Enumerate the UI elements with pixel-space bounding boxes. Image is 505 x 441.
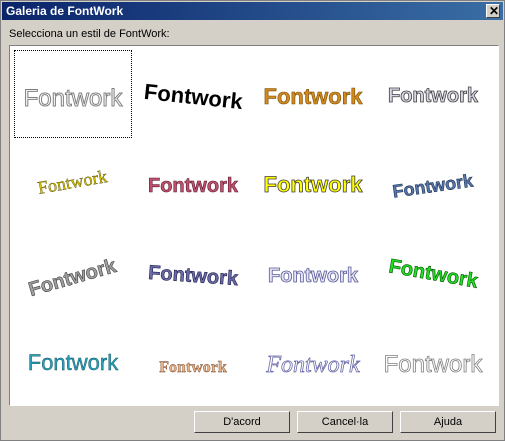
fontwork-sample-text: Fontwork [387,255,480,292]
fontwork-style-13[interactable]: Fontwork [14,320,132,408]
fontwork-sample-text: Fontwork [148,175,239,197]
fontwork-sample-text: Fontwork [24,85,124,112]
help-button[interactable]: Ajuda [400,411,496,433]
fontwork-gallery-dialog: Galeria de FontWork ✕ Selecciona un esti… [0,0,505,441]
fontwork-style-9[interactable]: Fontwork [14,230,132,318]
fontwork-sample-text: Fontwork [268,265,359,287]
fontwork-style-gallery: Fontwork Fontwork Fontwork Fontwork Font… [9,45,499,406]
fontwork-style-8[interactable]: Fontwork [374,140,492,228]
fontwork-style-12[interactable]: Fontwork [374,230,492,318]
fontwork-sample-text: Fontwork [36,166,108,198]
fontwork-sample-text: Fontwork [391,170,475,201]
ok-button[interactable]: D'acord [194,411,290,433]
fontwork-style-1[interactable]: Fontwork [14,50,132,138]
fontwork-style-3[interactable]: Fontwork [254,50,372,138]
fontwork-sample-text: Fontwork [264,172,364,197]
fontwork-style-16[interactable]: Fontwork [374,320,492,408]
fontwork-sample-text: Fontwork [384,351,484,378]
fontwork-sample-text: Fontwork [264,84,364,109]
dialog-title: Galeria de FontWork [6,4,124,18]
fontwork-sample-text: Fontwork [143,79,245,114]
fontwork-style-5[interactable]: Fontwork [14,140,132,228]
fontwork-sample-text: Fontwork [147,262,239,290]
fontwork-style-6[interactable]: Fontwork [134,140,252,228]
fontwork-style-2[interactable]: Fontwork [134,50,252,138]
gallery-prompt-label: Selecciona un estil de FontWork: [9,28,170,40]
fontwork-style-10[interactable]: Fontwork [134,230,252,318]
title-bar[interactable]: Galeria de FontWork ✕ [2,2,503,20]
fontwork-sample-text: Fontwork [159,359,227,376]
fontwork-sample-text: Fontwork [265,352,360,378]
close-icon: ✕ [489,4,500,18]
fontwork-style-11[interactable]: Fontwork [254,230,372,318]
fontwork-style-7[interactable]: Fontwork [254,140,372,228]
fontwork-style-15[interactable]: Fontwork [254,320,372,408]
cancel-button[interactable]: Cancel·la [297,411,393,433]
fontwork-style-14[interactable]: Fontwork [134,320,252,408]
fontwork-sample-text: Fontwork [28,350,119,375]
fontwork-style-4[interactable]: Fontwork [374,50,492,138]
fontwork-sample-text: Fontwork [26,255,119,301]
fontwork-sample-text: Fontwork [388,85,479,107]
close-button[interactable]: ✕ [486,4,500,18]
